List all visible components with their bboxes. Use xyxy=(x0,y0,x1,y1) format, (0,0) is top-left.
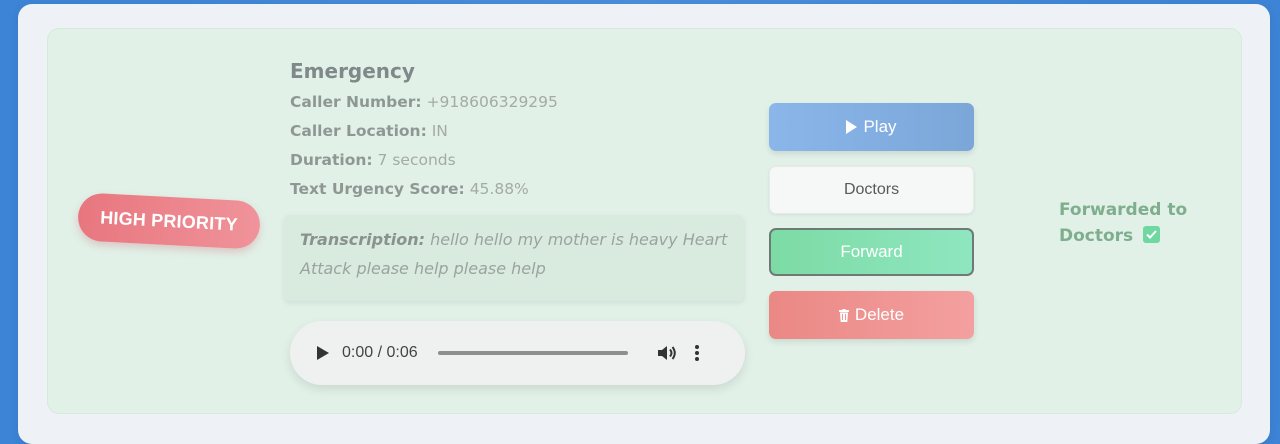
more-vertical-icon[interactable] xyxy=(694,344,700,362)
transcription-box: Transcription: hello hello my mother is … xyxy=(284,215,744,301)
duration-row: Duration: 7 seconds xyxy=(290,146,760,175)
trash-icon xyxy=(838,308,849,322)
urgency-row: Text Urgency Score: 45.88% xyxy=(290,175,760,204)
call-card: HIGH PRIORITY Emergency Caller Number: +… xyxy=(47,28,1242,414)
audio-time: 0:00 / 0:06 xyxy=(342,344,418,361)
delete-button[interactable]: Delete xyxy=(769,291,974,339)
caller-location-value: IN xyxy=(431,122,448,140)
delete-button-label: Delete xyxy=(854,305,905,324)
calls-panel: HIGH PRIORITY Emergency Caller Number: +… xyxy=(18,4,1270,444)
caller-location-label: Caller Location: xyxy=(290,122,427,140)
department-select[interactable]: Doctors xyxy=(769,166,974,214)
volume-icon[interactable] xyxy=(656,343,678,363)
forward-button[interactable]: Forward xyxy=(769,228,974,276)
play-triangle-icon xyxy=(846,120,858,134)
department-select-value: Doctors xyxy=(843,181,900,198)
priority-label: HIGH PRIORITY xyxy=(99,206,239,235)
checkbox-checked-icon xyxy=(1143,226,1161,243)
duration-value: 7 seconds xyxy=(377,151,456,169)
caller-location-row: Caller Location: IN xyxy=(290,117,760,146)
play-icon[interactable] xyxy=(317,346,329,360)
audio-progress-bar[interactable] xyxy=(437,351,628,355)
forward-status: Forwarded to Doctors xyxy=(1059,197,1209,249)
urgency-label: Text Urgency Score: xyxy=(290,180,465,198)
duration-label: Duration: xyxy=(290,151,373,169)
play-button-label: Play xyxy=(863,117,897,136)
caller-number-row: Caller Number: +918606329295 xyxy=(290,88,760,117)
call-info: Emergency Caller Number: +918606329295 C… xyxy=(290,59,760,204)
forward-button-label: Forward xyxy=(840,242,903,261)
play-button[interactable]: Play xyxy=(769,103,974,151)
forward-status-text: Forwarded to Doctors xyxy=(1059,200,1188,246)
caller-number-value: +918606329295 xyxy=(426,93,558,111)
urgency-value: 45.88% xyxy=(469,180,529,198)
priority-badge: HIGH PRIORITY xyxy=(76,192,262,250)
transcription-label: Transcription: xyxy=(300,230,425,249)
caller-number-label: Caller Number: xyxy=(290,93,422,111)
call-category: Emergency xyxy=(290,59,415,83)
audio-player: 0:00 / 0:06 xyxy=(290,321,745,385)
